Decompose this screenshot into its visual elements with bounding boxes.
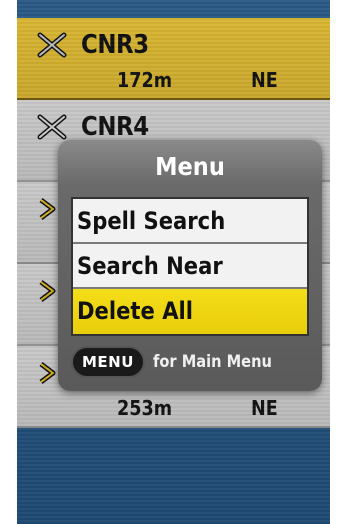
menu-footer: MENU for Main Menu bbox=[71, 346, 311, 378]
device-screen: CNR3 172m NE CNR4 253m NE Menu Spell Sea… bbox=[17, 0, 330, 524]
context-menu: Menu Spell Search Search Near Delete All… bbox=[58, 140, 322, 391]
menu-title: Menu bbox=[155, 152, 225, 181]
waypoint-distance: 253m bbox=[117, 396, 173, 420]
waypoint-distance: 172m bbox=[117, 68, 173, 92]
menu-options: Spell Search Search Near Delete All bbox=[71, 197, 309, 336]
waypoint-name: CNR3 bbox=[81, 30, 149, 60]
waypoint-name: CNR4 bbox=[81, 112, 149, 142]
waypoint-row[interactable]: CNR3 172m NE bbox=[17, 18, 330, 100]
crossed-tools-icon bbox=[37, 32, 67, 58]
menu-key-button[interactable]: MENU bbox=[71, 346, 145, 378]
menu-item-search-near[interactable]: Search Near bbox=[73, 244, 307, 289]
menu-item-delete-all[interactable]: Delete All bbox=[73, 289, 307, 334]
menu-item-spell-search[interactable]: Spell Search bbox=[73, 199, 307, 244]
waypoint-direction: NE bbox=[251, 396, 278, 420]
waypoint-direction: NE bbox=[251, 68, 278, 92]
crossed-tools-icon bbox=[37, 114, 67, 140]
menu-footer-text: for Main Menu bbox=[152, 352, 272, 372]
